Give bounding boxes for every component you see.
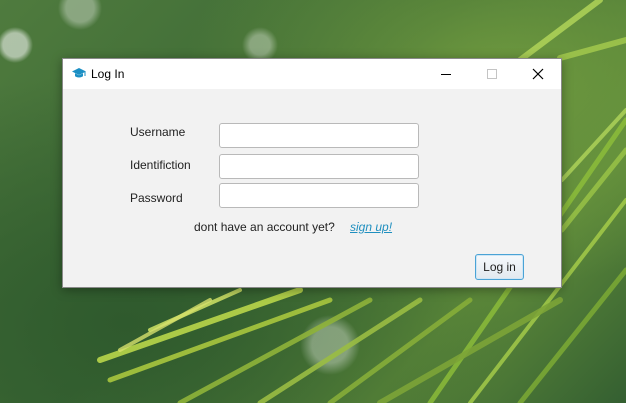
sign-up-link[interactable]: sign up! xyxy=(350,220,392,234)
username-label: Username xyxy=(130,125,186,139)
identification-label: Identifiction xyxy=(130,158,191,172)
title-bar[interactable]: Log In xyxy=(63,59,561,89)
username-input[interactable] xyxy=(219,123,419,148)
login-window: Log In Username Identifiction Password d… xyxy=(62,58,562,288)
close-icon xyxy=(532,68,544,80)
password-input[interactable] xyxy=(219,183,419,208)
no-account-prompt: dont have an account yet? xyxy=(194,220,335,234)
password-label: Password xyxy=(130,191,183,205)
graduation-cap-icon xyxy=(72,68,86,78)
maximize-button[interactable] xyxy=(469,59,515,89)
identification-input[interactable] xyxy=(219,154,419,179)
minimize-icon xyxy=(441,74,451,75)
login-button[interactable]: Log in xyxy=(475,254,524,280)
close-button[interactable] xyxy=(515,59,561,89)
window-title: Log In xyxy=(91,67,125,81)
minimize-button[interactable] xyxy=(423,59,469,89)
maximize-icon xyxy=(487,69,497,79)
